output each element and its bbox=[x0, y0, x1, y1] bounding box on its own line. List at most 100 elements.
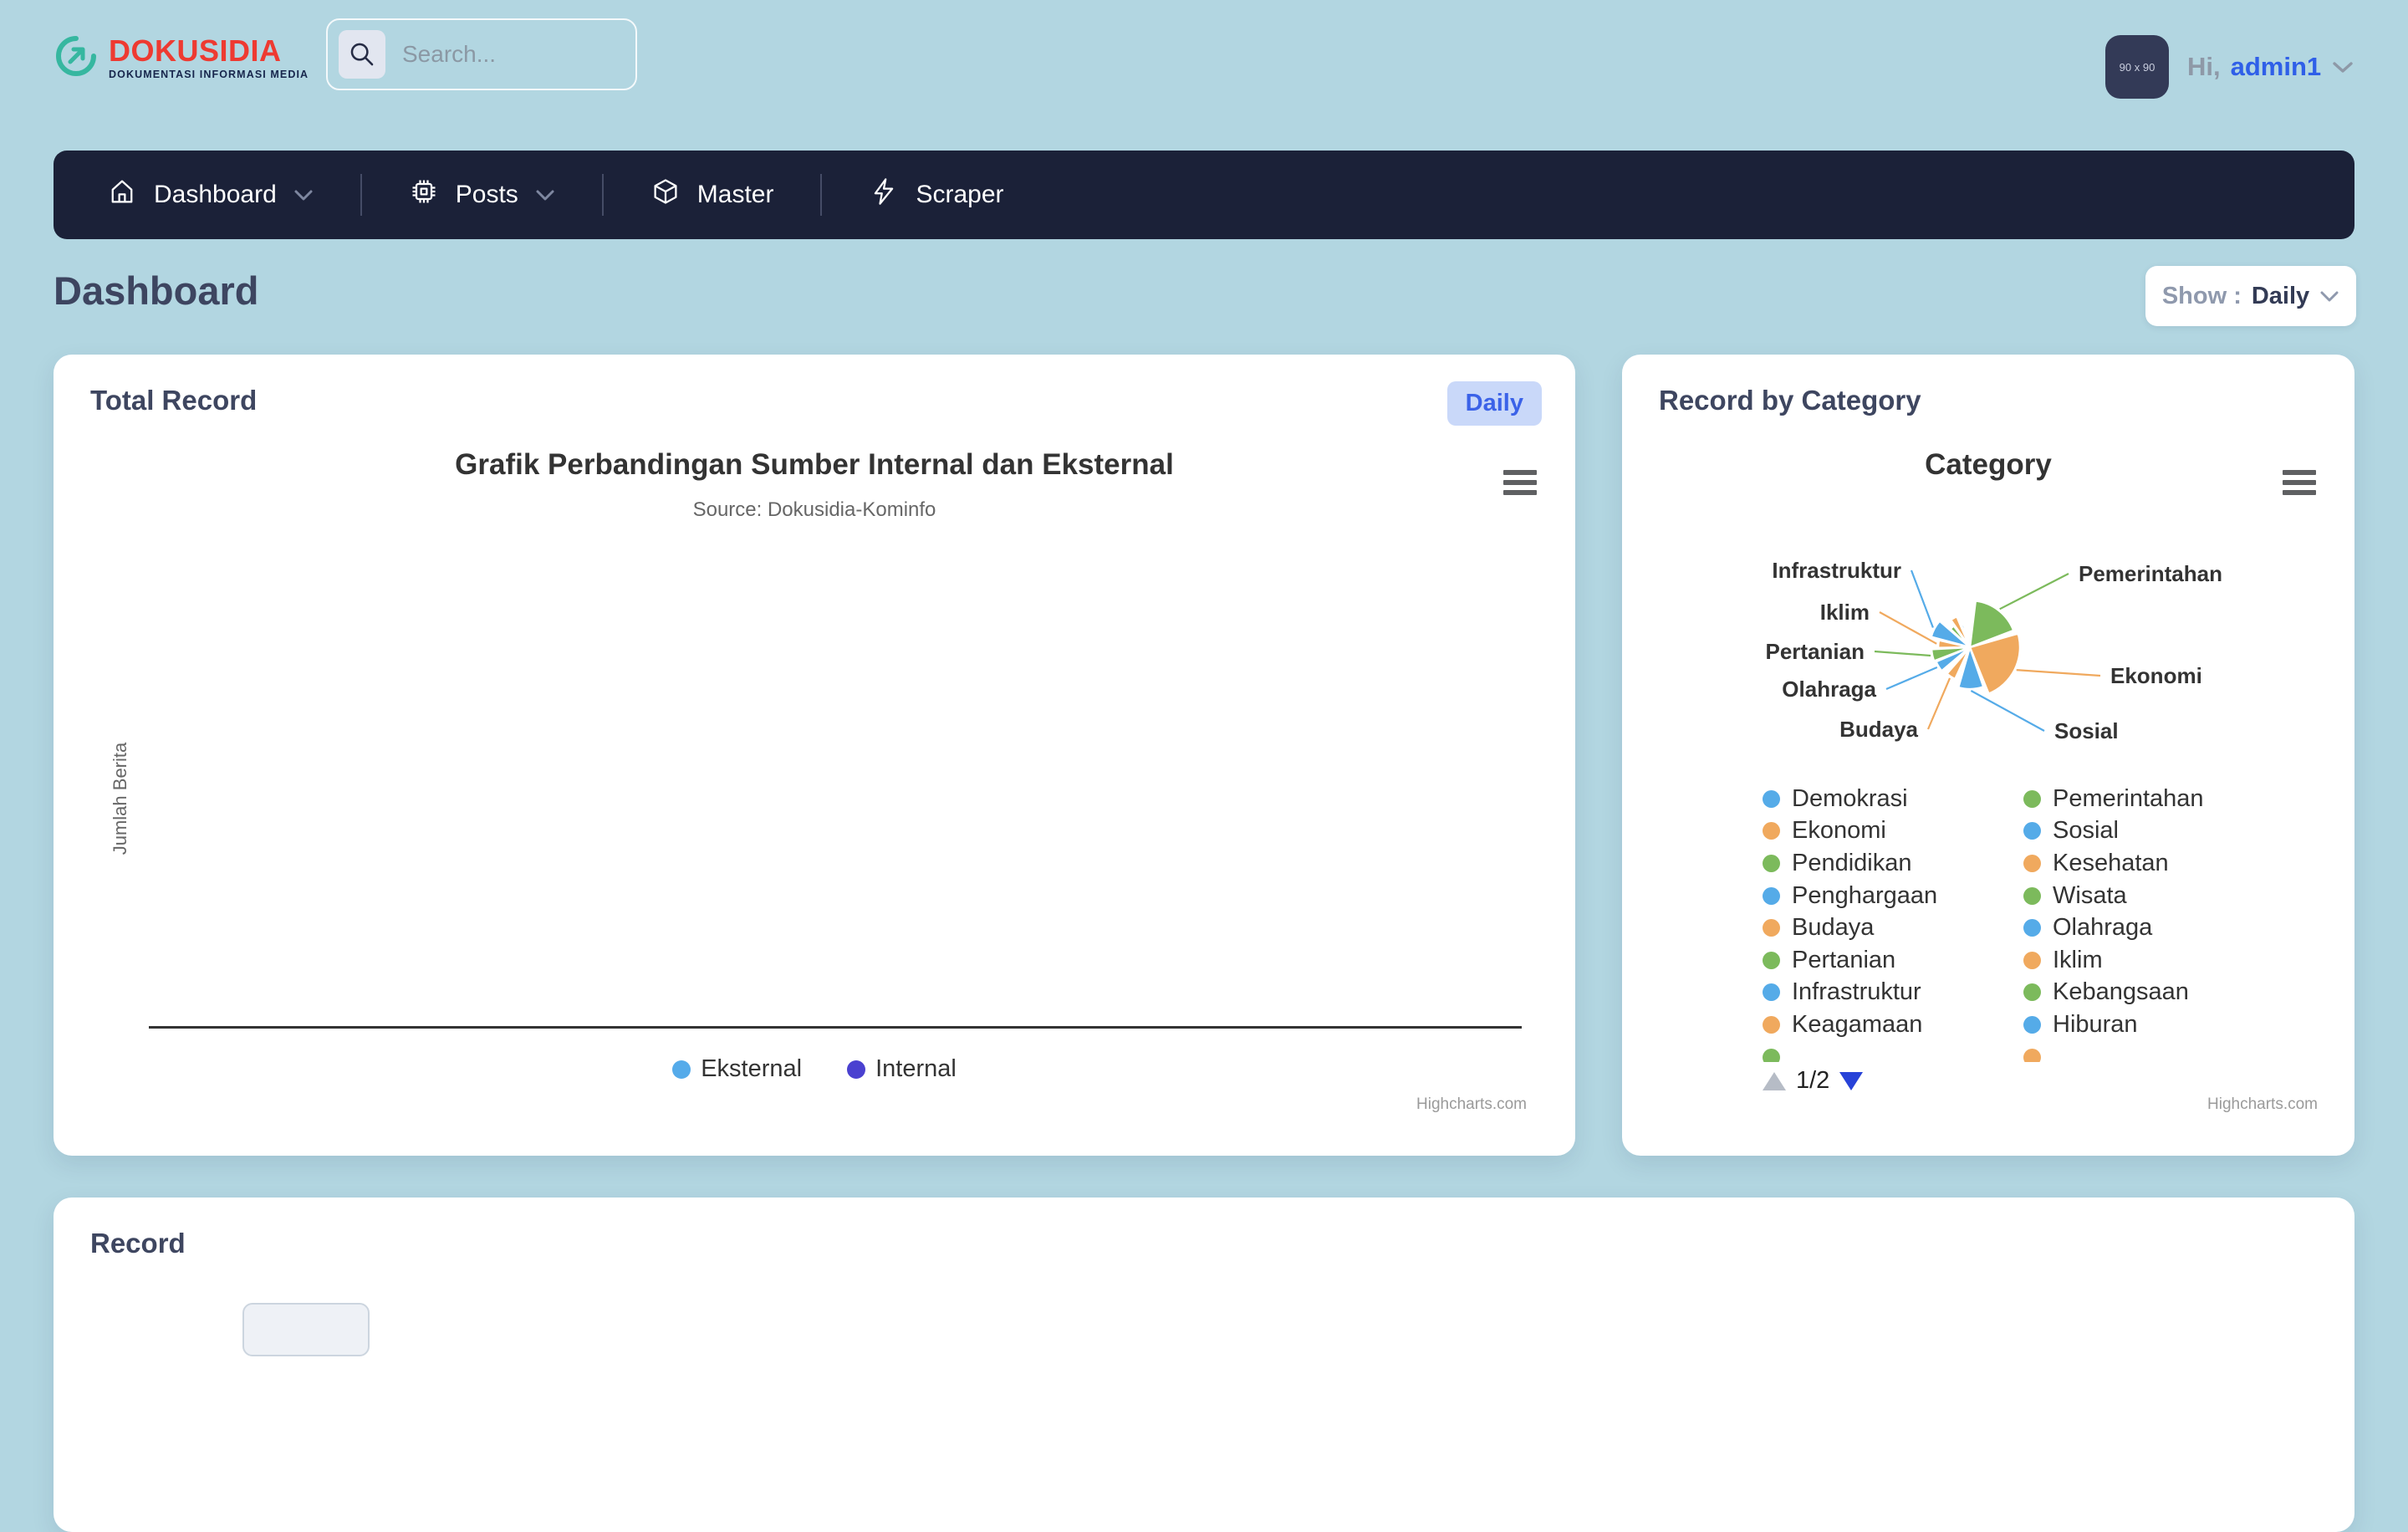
record-toolbar-button-partial[interactable] bbox=[242, 1303, 370, 1356]
legend-label: Infrastruktur bbox=[1792, 978, 1921, 1006]
legend-marker bbox=[2023, 887, 2041, 905]
legend-page-indicator: 1/2 bbox=[1796, 1067, 1829, 1095]
comparison-chart-legend: Eksternal Internal bbox=[54, 1055, 1575, 1083]
card-title-record-by-category: Record by Category bbox=[1659, 385, 1921, 416]
legend-label: Internal bbox=[875, 1055, 957, 1083]
pie-label-connector bbox=[2000, 574, 2069, 609]
logo-subtitle: DOKUMENTASI INFORMASI MEDIA bbox=[109, 69, 309, 80]
legend-marker bbox=[1763, 1049, 1780, 1062]
show-filter-label: Show : bbox=[2162, 283, 2242, 310]
legend-marker bbox=[2023, 822, 2041, 840]
card-title-total-record: Total Record bbox=[90, 385, 257, 416]
pie-chart-title: Category bbox=[1622, 448, 2354, 482]
legend-marker bbox=[1763, 1016, 1780, 1034]
legend-label: Olahraga bbox=[2053, 914, 2152, 942]
comparison-chart-title: Grafik Perbandingan Sumber Internal dan … bbox=[54, 448, 1575, 482]
legend-marker bbox=[1763, 983, 1780, 1001]
legend-marker bbox=[1763, 919, 1780, 937]
chevron-down-icon bbox=[2331, 52, 2354, 82]
logo-title: DOKUSIDIA bbox=[109, 36, 309, 66]
legend-marker bbox=[2023, 1016, 2041, 1034]
pie-label-connector bbox=[1875, 651, 1931, 656]
legend-label: Penghargaan bbox=[1792, 882, 1937, 910]
chart-context-menu-button[interactable] bbox=[2279, 467, 2319, 498]
category-legend-item-olahraga[interactable]: Olahraga bbox=[2023, 912, 2284, 944]
category-pie-chart: Pemerintahan Ekonomi Sosial Budaya Olahraga P… bbox=[1659, 522, 2318, 789]
category-legend-item-keagamaan[interactable]: Keagamaan bbox=[1763, 1009, 2023, 1041]
pie-label-connector bbox=[1928, 678, 1950, 729]
legend-marker bbox=[2023, 1049, 2041, 1062]
legend-marker bbox=[1763, 887, 1780, 905]
page-title: Dashboard bbox=[54, 268, 259, 314]
chevron-down-icon bbox=[2319, 283, 2339, 310]
category-legend-item-kebangsaan[interactable]: Kebangsaan bbox=[2023, 977, 2284, 1009]
category-legend-item-kesehatan[interactable]: Kesehatan bbox=[2023, 847, 2284, 880]
legend-label: Iklim bbox=[2053, 947, 2103, 974]
legend-item-eksternal[interactable]: Eksternal bbox=[672, 1055, 802, 1083]
nav-item-posts[interactable]: Posts bbox=[409, 176, 555, 213]
nav-divider bbox=[820, 174, 822, 216]
highcharts-credit[interactable]: Highcharts.com bbox=[2207, 1095, 2318, 1114]
category-legend-item-clipped[interactable] bbox=[2023, 1041, 2284, 1062]
show-filter-dropdown[interactable]: Show : Daily bbox=[2145, 266, 2356, 326]
category-legend-item-penghargaan[interactable]: Penghargaan bbox=[1763, 880, 2023, 912]
category-legend-item-pertanian[interactable]: Pertanian bbox=[1763, 944, 2023, 977]
legend-page-down-icon[interactable] bbox=[1839, 1072, 1863, 1090]
search-input[interactable] bbox=[400, 40, 625, 69]
category-legend-item-infrastruktur[interactable]: Infrastruktur bbox=[1763, 977, 2023, 1009]
pie-label-Pertanian: Pertanian bbox=[1766, 639, 1865, 664]
category-legend-item-pemerintahan[interactable]: Pemerintahan bbox=[2023, 783, 2284, 815]
pie-label-Sosial: Sosial bbox=[2054, 718, 2119, 743]
highcharts-credit[interactable]: Highcharts.com bbox=[1416, 1095, 1527, 1114]
category-legend-item-clipped[interactable] bbox=[1763, 1041, 2023, 1062]
legend-marker bbox=[847, 1060, 865, 1079]
category-legend-item-demokrasi[interactable]: Demokrasi bbox=[1763, 783, 2023, 815]
show-filter-value: Daily bbox=[2252, 283, 2309, 310]
record-by-category-card: Record by Category Category Pemerintahan… bbox=[1622, 355, 2354, 1156]
legend-marker bbox=[2023, 952, 2041, 969]
category-legend-item-hiburan[interactable]: Hiburan bbox=[2023, 1009, 2284, 1041]
pie-label-Pemerintahan: Pemerintahan bbox=[2079, 561, 2222, 586]
pie-label-Olahraga: Olahraga bbox=[1782, 677, 1876, 702]
cube-icon bbox=[650, 176, 681, 213]
pie-label-Ekonomi: Ekonomi bbox=[2110, 663, 2202, 688]
legend-label: Hiburan bbox=[2053, 1011, 2138, 1039]
avatar-placeholder-text: 90 x 90 bbox=[2120, 61, 2155, 74]
nav-label-master: Master bbox=[697, 181, 774, 209]
user-menu[interactable]: Hi, admin1 bbox=[2187, 35, 2354, 99]
pie-label-connector bbox=[1911, 570, 1933, 628]
pie-label-connector bbox=[1886, 667, 1937, 689]
chart-context-menu-button[interactable] bbox=[1500, 467, 1540, 498]
legend-label: Demokrasi bbox=[1792, 785, 1908, 813]
category-legend-item-wisata[interactable]: Wisata bbox=[2023, 880, 2284, 912]
legend-label: Keagamaan bbox=[1792, 1011, 1922, 1039]
chevron-down-icon bbox=[535, 181, 555, 209]
comparison-chart-subtitle: Source: Dokusidia-Kominfo bbox=[54, 498, 1575, 522]
legend-label: Pemerintahan bbox=[2053, 785, 2204, 813]
legend-label: Kesehatan bbox=[2053, 850, 2169, 877]
pie-label-Infrastruktur: Infrastruktur bbox=[1772, 558, 1901, 583]
nav-item-dashboard[interactable]: Dashboard bbox=[107, 176, 314, 213]
category-legend: DemokrasiEkonomiPendidikanPenghargaanBud… bbox=[1763, 783, 2314, 1062]
legend-item-internal[interactable]: Internal bbox=[847, 1055, 957, 1083]
category-legend-item-pendidikan[interactable]: Pendidikan bbox=[1763, 847, 2023, 880]
legend-marker bbox=[2023, 919, 2041, 937]
nav-item-scraper[interactable]: Scraper bbox=[869, 176, 1003, 213]
legend-marker bbox=[672, 1060, 691, 1079]
app-logo[interactable]: DOKUSIDIA DOKUMENTASI INFORMASI MEDIA bbox=[54, 33, 309, 83]
search-icon bbox=[339, 30, 385, 79]
daily-badge: Daily bbox=[1447, 381, 1542, 426]
legend-label: Wisata bbox=[2053, 882, 2127, 910]
category-legend-item-ekonomi[interactable]: Ekonomi bbox=[1763, 815, 2023, 848]
avatar[interactable]: 90 x 90 bbox=[2105, 35, 2169, 99]
category-legend-item-iklim[interactable]: Iklim bbox=[2023, 944, 2284, 977]
legend-label: Eksternal bbox=[701, 1055, 802, 1083]
category-legend-item-sosial[interactable]: Sosial bbox=[2023, 815, 2284, 848]
nav-item-master[interactable]: Master bbox=[650, 176, 774, 213]
legend-marker bbox=[2023, 855, 2041, 872]
legend-page-up-icon[interactable] bbox=[1763, 1072, 1786, 1090]
pie-label-Budaya: Budaya bbox=[1839, 717, 1918, 742]
legend-marker bbox=[1763, 822, 1780, 840]
category-legend-item-budaya[interactable]: Budaya bbox=[1763, 912, 2023, 944]
search-bar[interactable] bbox=[326, 18, 637, 90]
